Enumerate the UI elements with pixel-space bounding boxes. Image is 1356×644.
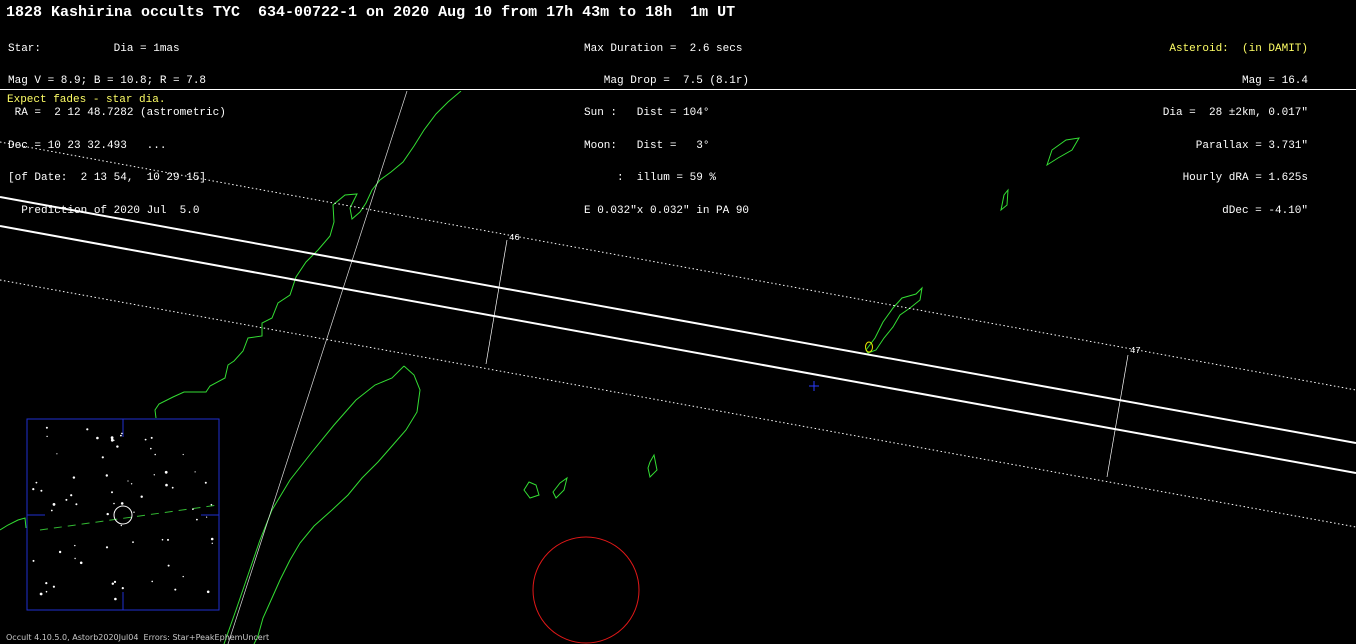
- finder-star: [206, 590, 210, 594]
- plus-marker-icon: [809, 381, 819, 391]
- finder-star: [167, 538, 169, 541]
- finder-star: [133, 511, 135, 513]
- finder-star: [39, 592, 43, 596]
- finder-star: [167, 564, 170, 567]
- sun-distance-circle: [532, 536, 640, 644]
- time-tick-line-46: [485, 239, 508, 365]
- finder-star: [121, 587, 124, 590]
- finder-star: [120, 434, 122, 437]
- finder-star: [130, 483, 133, 485]
- finder-star: [120, 502, 124, 505]
- finder-star: [56, 453, 58, 455]
- coastline-japan: [154, 91, 462, 419]
- finder-star: [70, 494, 73, 497]
- finder-star: [86, 428, 89, 431]
- finder-star: [211, 542, 213, 544]
- coastline-islet-2: [1000, 188, 1009, 212]
- finder-star: [204, 481, 207, 484]
- finder-star: [182, 575, 184, 578]
- finder-star: [110, 436, 114, 440]
- finder-star: [105, 546, 109, 549]
- finder-star: [105, 474, 109, 477]
- finder-star: [106, 512, 109, 516]
- ring-icon: [865, 341, 873, 353]
- finder-star: [113, 580, 117, 584]
- finder-star: [74, 557, 76, 560]
- finder-star: [192, 508, 194, 511]
- finder-star: [132, 541, 134, 543]
- uncertainty-limit-north: [0, 141, 1356, 391]
- finder-star: [101, 456, 104, 459]
- finder-star: [72, 476, 76, 479]
- finder-star: [150, 436, 153, 439]
- finder-star: [196, 518, 198, 521]
- finder-star: [171, 486, 174, 489]
- finder-star: [164, 470, 168, 474]
- coastline-islet-3: [865, 286, 923, 354]
- finder-star: [165, 483, 168, 487]
- finder-star: [40, 489, 43, 492]
- finder-star: [114, 597, 117, 601]
- finder-star: [32, 559, 35, 562]
- finder-star: [144, 438, 147, 441]
- finder-star: [65, 498, 68, 501]
- finder-chart: [26, 418, 220, 611]
- finder-star: [182, 453, 184, 456]
- finder-star: [35, 481, 38, 484]
- path-limit-north: [0, 196, 1356, 444]
- finder-star: [140, 495, 143, 498]
- finder-star: [116, 445, 119, 448]
- finder-star: [79, 561, 83, 565]
- finder-star: [45, 582, 48, 585]
- time-tick-line-47: [1106, 354, 1129, 478]
- finder-star: [153, 474, 155, 476]
- finder-star: [151, 580, 153, 583]
- finder-star: [110, 438, 114, 442]
- time-tick-label: 47: [1130, 346, 1141, 356]
- coastline-taiwan-left: [0, 517, 27, 531]
- finder-star: [52, 585, 56, 588]
- finder-star: [111, 491, 113, 494]
- map-canvas: 46 47: [0, 91, 1356, 644]
- finder-star: [113, 502, 115, 505]
- finder-star: [150, 447, 152, 450]
- finder-star: [210, 503, 213, 506]
- occultation-map: 1828 Kashirina occults TYC 634-00722-1 o…: [0, 0, 1356, 644]
- time-tick-label: 46: [509, 233, 520, 243]
- finder-star: [111, 582, 115, 585]
- finder-star: [46, 435, 48, 438]
- coastline-islet-6: [647, 453, 658, 478]
- finder-frame: [26, 418, 220, 611]
- finder-star: [45, 426, 48, 429]
- reference-line: [227, 91, 408, 644]
- finder-star: [120, 524, 123, 527]
- coastline-islet-4: [523, 481, 540, 499]
- finder-star: [75, 503, 78, 506]
- finder-star: [206, 516, 208, 518]
- finder-star: [45, 590, 48, 593]
- finder-star: [74, 544, 76, 547]
- finder-star: [58, 550, 62, 554]
- finder-star: [154, 453, 156, 456]
- finder-star: [96, 436, 99, 440]
- finder-star: [210, 537, 214, 541]
- finder-star: [194, 471, 196, 473]
- coastline-large-island: [223, 365, 421, 644]
- finder-star: [127, 480, 129, 482]
- coastline-islet-1: [1046, 137, 1080, 167]
- finder-star: [52, 503, 56, 506]
- coastline-islet-5: [552, 476, 568, 499]
- finder-star: [174, 588, 177, 591]
- finder-star: [50, 509, 53, 512]
- finder-star: [161, 538, 164, 541]
- software-footer: Occult 4.10.5.0, Astorb2020Jul04 Errors:…: [6, 633, 270, 642]
- finder-star: [32, 488, 35, 491]
- finder-star: [121, 432, 123, 435]
